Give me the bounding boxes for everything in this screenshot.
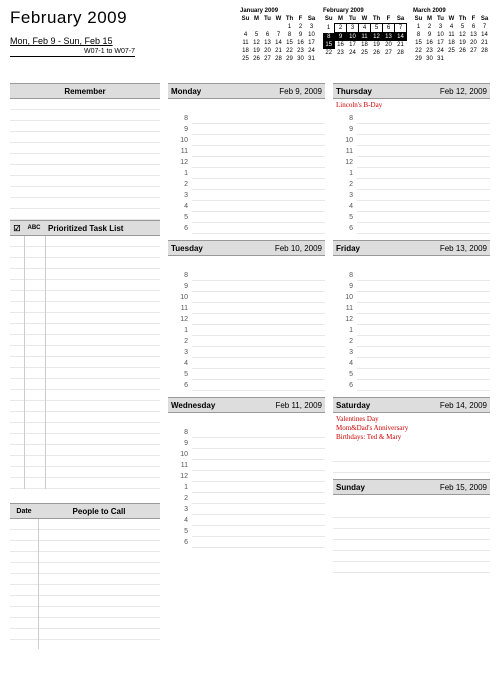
- day-name: Thursday: [336, 87, 372, 96]
- mini-calendar: January 2009SuMTuWThFSa12345678910111213…: [240, 8, 317, 65]
- day-block: Saturday Feb 14, 2009 Valentines DayMom&Da…: [333, 397, 490, 473]
- day-name: Wednesday: [171, 401, 215, 410]
- day-block: ThursdayFeb 12, 2009Lincoln's B-Day89101…: [333, 83, 490, 234]
- mini-calendar: March 2009SuMTuWThFSa1234567891011121314…: [413, 8, 490, 65]
- day-block: Sunday Feb 15, 2009: [333, 479, 490, 577]
- day-date: Feb 14, 2009: [440, 401, 487, 410]
- people-header: Date People to Call: [10, 503, 160, 519]
- day-events: Lincoln's B-Day: [333, 99, 490, 113]
- mini-calendars: January 2009SuMTuWThFSa12345678910111213…: [240, 8, 490, 65]
- day-name: Friday: [336, 244, 360, 253]
- day-events: [168, 413, 325, 427]
- task-body: [10, 236, 160, 489]
- day-events: [333, 495, 490, 507]
- day-block: TuesdayFeb 10, 200989101112123456: [168, 240, 325, 391]
- day-events: [168, 99, 325, 113]
- day-block: WednesdayFeb 11, 200989101112123456: [168, 397, 325, 548]
- remember-header: Remember: [10, 83, 160, 99]
- day-name: Sunday: [336, 483, 365, 492]
- check-icon: ☑: [10, 224, 24, 233]
- day-events: Valentines DayMom&Dad's AnniversaryBirth…: [333, 413, 490, 451]
- day-name: Tuesday: [171, 244, 203, 253]
- day-column-1: MondayFeb 9, 200989101112123456TuesdayFe…: [168, 83, 325, 649]
- remember-body: [10, 99, 160, 220]
- day-date: Feb 13, 2009: [440, 244, 487, 253]
- day-date: Feb 12, 2009: [440, 87, 487, 96]
- day-block: FridayFeb 13, 200989101112123456: [333, 240, 490, 391]
- day-date: Feb 11, 2009: [275, 401, 322, 410]
- week-code: W07-1 to W07-7: [10, 48, 135, 57]
- day-name: Saturday: [336, 401, 370, 410]
- people-title: People to Call: [38, 507, 160, 516]
- day-events: [333, 256, 490, 270]
- page-title: February 2009: [10, 8, 240, 28]
- abc-label: ABC: [24, 225, 44, 231]
- day-date: Feb 10, 2009: [275, 244, 322, 253]
- day-name: Monday: [171, 87, 201, 96]
- day-block: MondayFeb 9, 200989101112123456: [168, 83, 325, 234]
- day-events: [168, 256, 325, 270]
- date-range: Mon, Feb 9 - Sun, Feb 15: [10, 36, 240, 46]
- people-date-col: Date: [10, 508, 38, 515]
- task-header: ☑ ABC Prioritized Task List: [10, 220, 160, 236]
- people-body: [10, 519, 160, 649]
- mini-calendar: February 2009SuMTuWThFSa1234567891011121…: [323, 8, 407, 65]
- day-date: Feb 9, 2009: [279, 87, 322, 96]
- day-column-2: ThursdayFeb 12, 2009Lincoln's B-Day89101…: [333, 83, 490, 649]
- task-title: Prioritized Task List: [44, 224, 160, 233]
- day-date: Feb 15, 2009: [440, 483, 487, 492]
